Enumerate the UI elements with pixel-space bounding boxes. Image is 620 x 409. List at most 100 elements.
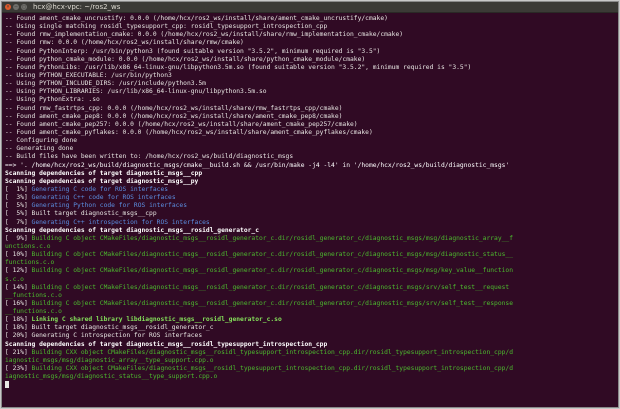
terminal-line: -- Using PYTHON_LIBRARIES: /usr/lib/x86_…: [5, 88, 615, 96]
terminal-text-segment: iagnostic_msgs/msg/diagnostic_status__ty…: [5, 373, 218, 381]
terminal-text-segment: [ 9%]: [5, 234, 32, 242]
terminal-line: -- Using PythonExtra: .so: [5, 96, 615, 104]
terminal-text-segment: [ 18%] Built target diagnostic_msgs__ros…: [5, 324, 214, 332]
terminal-line: [ 23%] Building CXX object CMakeFiles/di…: [5, 365, 615, 373]
terminal-text-segment: [ 1%]: [5, 185, 32, 193]
terminal-line: Scanning dependencies of target diagnost…: [5, 170, 615, 178]
terminal-line: Scanning dependencies of target diagnost…: [5, 341, 615, 349]
terminal-text-segment: -- Found rmw_fastrtps_cpp: 0.0.0 (/home/…: [5, 104, 343, 112]
terminal-output[interactable]: -- Found ament_cmake_uncrustify: 0.0.0 (…: [2, 13, 618, 389]
terminal-text-segment: __functions.c.o: [5, 308, 62, 316]
terminal-line: -- Using PYTHON_INCLUDE_DIRS: /usr/inclu…: [5, 80, 615, 88]
terminal-line: [ 18%] Linking C shared library libdiagn…: [5, 316, 615, 324]
terminal-text-segment: [ 20%] Generating C introspection for RO…: [5, 332, 203, 340]
terminal-line: -- Found PythonInterp: /usr/bin/python3 …: [5, 48, 615, 56]
terminal-text-segment: [ 7%]: [5, 218, 32, 226]
terminal-text-segment: [ 5%] Built target diagnostic_msgs__cpp: [5, 210, 157, 218]
terminal-line: functions.c.o: [5, 259, 615, 267]
terminal-line: -- Found python_cmake_module: 0.0.0 (/ho…: [5, 56, 615, 64]
terminal-line: [ 5%] Built target diagnostic_msgs__cpp: [5, 210, 615, 218]
terminal-text-segment: Linking C shared library libdiagnostic_m…: [31, 316, 282, 324]
terminal-text-segment: s.c.o: [5, 275, 24, 283]
terminal-line: Scanning dependencies of target diagnost…: [5, 227, 615, 235]
terminal-text-segment: [ 5%]: [5, 202, 32, 210]
terminal-line: [ 1%] Generating C code for ROS interfac…: [5, 186, 615, 194]
terminal-line: [ 21%] Building CXX object CMakeFiles/di…: [5, 349, 615, 357]
terminal-text-segment: [ 16%]: [5, 299, 32, 307]
minimize-icon[interactable]: –: [13, 4, 19, 10]
terminal-text-segment: -- Configuring done: [5, 137, 78, 145]
terminal-text-segment: Scanning dependencies of target diagnost…: [5, 169, 203, 177]
terminal-line: unctions.c.o: [5, 243, 615, 251]
terminal-text-segment: Generating C code for ROS interfaces: [31, 185, 169, 193]
terminal-text-segment: -- Generating done: [5, 145, 74, 153]
terminal-text-segment: Building C object CMakeFiles/diagnostic_…: [31, 267, 514, 275]
terminal-line: ==> '. /home/hcx/ros2_ws/build/diagnosti…: [5, 162, 615, 170]
terminal-text-segment: iagnostic_msgs/msg/diagnostic_array__typ…: [5, 356, 214, 364]
terminal-text-segment: ==> '. /home/hcx/ros2_ws/build/diagnosti…: [5, 161, 510, 169]
terminal-text-segment: -- Found python_cmake_module: 0.0.0 (/ho…: [5, 55, 366, 63]
terminal-line: -- Using PYTHON_EXECUTABLE: /usr/bin/pyt…: [5, 72, 615, 80]
terminal-line: -- Found rmw: 0.0.0 (/home/hcx/ros2_ws/i…: [5, 39, 615, 47]
cursor-icon: [5, 381, 9, 389]
terminal-window: × – □ hcx@hcx-vpc: ~/ros2_ws -- Found am…: [2, 2, 618, 407]
terminal-line: -- Found rmw_fastrtps_cpp: 0.0.0 (/home/…: [5, 105, 615, 113]
maximize-icon[interactable]: □: [21, 4, 27, 10]
terminal-line: -- Found ament_cmake_uncrustify: 0.0.0 (…: [5, 15, 615, 23]
terminal-line: s.c.o: [5, 276, 615, 284]
terminal-line: __functions.c.o: [5, 292, 615, 300]
prompt-line: [5, 381, 615, 389]
terminal-text-segment: Scanning dependencies of target diagnost…: [5, 226, 260, 234]
terminal-text-segment: Building C object CMakeFiles/diagnostic_…: [31, 234, 514, 242]
terminal-line: -- Found ament_cmake_pep8: 0.0.0 (/home/…: [5, 113, 615, 121]
terminal-line: [ 18%] Built target diagnostic_msgs__ros…: [5, 324, 615, 332]
terminal-text-segment: -- Using single matching rosidl_typesupp…: [5, 23, 328, 31]
terminal-line: [ 14%] Building C object CMakeFiles/diag…: [5, 284, 615, 292]
terminal-text-segment: Building C object CMakeFiles/diagnostic_…: [31, 299, 514, 307]
terminal-line: -- Configuring done: [5, 137, 615, 145]
terminal-text-segment: -- Using PYTHON_INCLUDE_DIRS: /usr/inclu…: [5, 80, 206, 88]
terminal-text-segment: Building C object CMakeFiles/diagnostic_…: [31, 283, 510, 291]
terminal-line: iagnostic_msgs/msg/diagnostic_array__typ…: [5, 357, 615, 365]
terminal-line: [ 3%] Generating C++ code for ROS interf…: [5, 194, 615, 202]
terminal-text-segment: Generating C++ code for ROS interfaces: [31, 194, 176, 202]
terminal-line: Scanning dependencies of target diagnost…: [5, 178, 615, 186]
terminal-text-segment: -- Found PythonInterp: /usr/bin/python3 …: [5, 47, 381, 55]
terminal-text-segment: functions.c.o: [5, 259, 55, 267]
terminal-line: -- Using single matching rosidl_typesupp…: [5, 23, 615, 31]
terminal-text-segment: -- Using PythonExtra: .so: [5, 96, 100, 104]
terminal-text-segment: __functions.c.o: [5, 291, 62, 299]
terminal-text-segment: -- Found ament_cmake_pep257: 0.0.0 (/hom…: [5, 120, 358, 128]
terminal-text-segment: -- Found ament_cmake_pyflakes: 0.0.0 (/h…: [5, 128, 373, 136]
terminal-line: -- Found ament_cmake_pyflakes: 0.0.0 (/h…: [5, 129, 615, 137]
terminal-line: [ 16%] Building C object CMakeFiles/diag…: [5, 300, 615, 308]
terminal-text-segment: -- Build files have been written to: /ho…: [5, 153, 294, 161]
terminal-text-segment: -- Using PYTHON_EXECUTABLE: /usr/bin/pyt…: [5, 71, 172, 79]
terminal-text-segment: -- Found PythonLibs: /usr/lib/x86_64-lin…: [5, 63, 472, 71]
terminal-text-segment: [ 12%]: [5, 267, 32, 275]
terminal-line: -- Found PythonLibs: /usr/lib/x86_64-lin…: [5, 64, 615, 72]
terminal-text-segment: [ 3%]: [5, 194, 32, 202]
terminal-text-segment: Scanning dependencies of target diagnost…: [5, 340, 328, 348]
window-controls: × – □: [2, 4, 27, 10]
terminal-text-segment: -- Found ament_cmake_uncrustify: 0.0.0 (…: [5, 15, 388, 22]
terminal-text-segment: [ 14%]: [5, 283, 32, 291]
terminal-line: [ 20%] Generating C introspection for RO…: [5, 332, 615, 340]
terminal-text-segment: Generating Python code for ROS interface…: [31, 202, 187, 210]
terminal-text-segment: Scanning dependencies of target diagnost…: [5, 177, 199, 185]
terminal-line: -- Generating done: [5, 145, 615, 153]
terminal-text-segment: Building CXX object CMakeFiles/diagnosti…: [31, 348, 514, 356]
terminal-text-segment: [ 21%]: [5, 348, 32, 356]
terminal-line: iagnostic_msgs/msg/diagnostic_status__ty…: [5, 373, 615, 381]
terminal-text-segment: unctions.c.o: [5, 242, 51, 250]
terminal-text-segment: Generating C++ introspection for ROS int…: [31, 218, 210, 226]
close-icon[interactable]: ×: [5, 4, 11, 10]
terminal-line: -- Found rmw_implementation_cmake: 0.0.0…: [5, 31, 615, 39]
terminal-text-segment: [ 10%]: [5, 251, 32, 259]
terminal-text-segment: -- Found rmw_implementation_cmake: 0.0.0…: [5, 31, 404, 39]
terminal-line: -- Found ament_cmake_pep257: 0.0.0 (/hom…: [5, 121, 615, 129]
terminal-line: __functions.c.o: [5, 308, 615, 316]
terminal-text-segment: Building CXX object CMakeFiles/diagnosti…: [31, 365, 514, 373]
terminal-line: [ 12%] Building C object CMakeFiles/diag…: [5, 267, 615, 275]
terminal-text-segment: -- Using PYTHON_LIBRARIES: /usr/lib/x86_…: [5, 88, 267, 96]
